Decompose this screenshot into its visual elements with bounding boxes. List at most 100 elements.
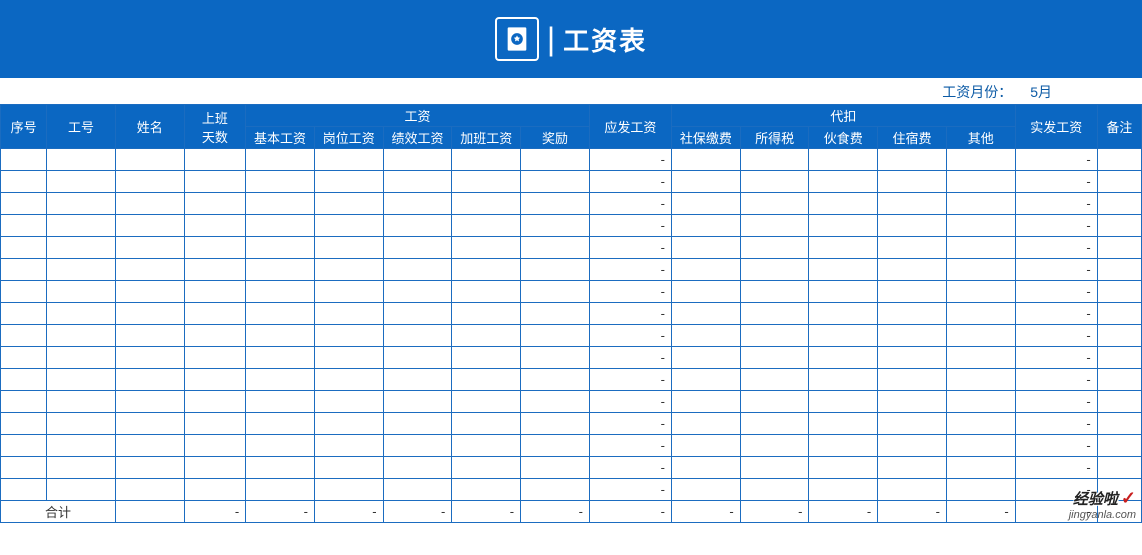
- cell[interactable]: -: [1015, 413, 1097, 435]
- cell[interactable]: -: [1015, 149, 1097, 171]
- cell[interactable]: -: [1015, 303, 1097, 325]
- cell[interactable]: [1, 171, 47, 193]
- cell[interactable]: [314, 457, 383, 479]
- cell[interactable]: [1097, 457, 1141, 479]
- cell[interactable]: -: [589, 413, 671, 435]
- cell[interactable]: [1097, 325, 1141, 347]
- cell[interactable]: -: [1015, 281, 1097, 303]
- cell[interactable]: [1097, 435, 1141, 457]
- cell[interactable]: [383, 215, 452, 237]
- cell[interactable]: [115, 259, 184, 281]
- cell[interactable]: -: [589, 391, 671, 413]
- cell[interactable]: -: [589, 479, 671, 501]
- cell[interactable]: [246, 193, 315, 215]
- cell[interactable]: [946, 347, 1015, 369]
- cell[interactable]: [246, 391, 315, 413]
- cell[interactable]: [878, 193, 947, 215]
- cell[interactable]: [521, 259, 590, 281]
- cell[interactable]: [184, 303, 246, 325]
- cell[interactable]: [452, 435, 521, 457]
- cell[interactable]: [809, 369, 878, 391]
- cell[interactable]: [1097, 215, 1141, 237]
- cell[interactable]: [383, 479, 452, 501]
- cell[interactable]: -: [1015, 215, 1097, 237]
- cell[interactable]: [878, 171, 947, 193]
- cell[interactable]: [1, 281, 47, 303]
- cell[interactable]: [246, 149, 315, 171]
- cell[interactable]: [1097, 259, 1141, 281]
- cell[interactable]: [946, 149, 1015, 171]
- cell[interactable]: [184, 435, 246, 457]
- cell[interactable]: [740, 457, 809, 479]
- cell[interactable]: [1097, 413, 1141, 435]
- cell[interactable]: [184, 237, 246, 259]
- cell[interactable]: [314, 259, 383, 281]
- cell[interactable]: [671, 237, 740, 259]
- cell[interactable]: [246, 215, 315, 237]
- cell[interactable]: [115, 171, 184, 193]
- cell[interactable]: [740, 237, 809, 259]
- cell[interactable]: [115, 237, 184, 259]
- cell[interactable]: [184, 171, 246, 193]
- cell[interactable]: -: [589, 457, 671, 479]
- cell[interactable]: [452, 215, 521, 237]
- cell[interactable]: [1, 457, 47, 479]
- cell[interactable]: [521, 435, 590, 457]
- cell[interactable]: [47, 171, 116, 193]
- cell[interactable]: [809, 413, 878, 435]
- cell[interactable]: [1, 149, 47, 171]
- cell[interactable]: [314, 479, 383, 501]
- cell[interactable]: [115, 193, 184, 215]
- cell[interactable]: [314, 215, 383, 237]
- cell[interactable]: [946, 457, 1015, 479]
- cell[interactable]: [521, 215, 590, 237]
- cell[interactable]: [671, 259, 740, 281]
- cell[interactable]: [246, 259, 315, 281]
- cell[interactable]: [878, 479, 947, 501]
- cell[interactable]: [246, 325, 315, 347]
- cell[interactable]: [671, 435, 740, 457]
- cell[interactable]: [1097, 193, 1141, 215]
- cell[interactable]: [809, 435, 878, 457]
- cell[interactable]: [740, 369, 809, 391]
- cell[interactable]: [184, 479, 246, 501]
- cell[interactable]: [671, 479, 740, 501]
- cell[interactable]: [314, 237, 383, 259]
- cell[interactable]: -: [589, 149, 671, 171]
- cell[interactable]: [115, 149, 184, 171]
- cell[interactable]: [878, 259, 947, 281]
- cell[interactable]: [740, 435, 809, 457]
- cell[interactable]: -: [1015, 435, 1097, 457]
- cell[interactable]: [1, 369, 47, 391]
- cell[interactable]: [47, 369, 116, 391]
- cell[interactable]: [383, 303, 452, 325]
- cell[interactable]: [521, 369, 590, 391]
- cell[interactable]: [809, 479, 878, 501]
- cell[interactable]: [521, 237, 590, 259]
- cell[interactable]: [115, 435, 184, 457]
- cell[interactable]: [115, 457, 184, 479]
- cell[interactable]: [184, 369, 246, 391]
- cell[interactable]: [671, 457, 740, 479]
- cell[interactable]: -: [589, 259, 671, 281]
- cell[interactable]: [946, 413, 1015, 435]
- cell[interactable]: -: [1015, 237, 1097, 259]
- cell[interactable]: [671, 171, 740, 193]
- cell[interactable]: [1, 325, 47, 347]
- cell[interactable]: [946, 193, 1015, 215]
- cell[interactable]: [809, 171, 878, 193]
- cell[interactable]: [115, 391, 184, 413]
- cell[interactable]: [878, 281, 947, 303]
- cell[interactable]: [521, 347, 590, 369]
- cell[interactable]: [184, 325, 246, 347]
- cell[interactable]: [740, 149, 809, 171]
- cell[interactable]: [452, 413, 521, 435]
- cell[interactable]: [671, 369, 740, 391]
- cell[interactable]: [946, 237, 1015, 259]
- cell[interactable]: [521, 325, 590, 347]
- cell[interactable]: [452, 347, 521, 369]
- cell[interactable]: [521, 149, 590, 171]
- cell[interactable]: [809, 237, 878, 259]
- cell[interactable]: [115, 215, 184, 237]
- cell[interactable]: [383, 237, 452, 259]
